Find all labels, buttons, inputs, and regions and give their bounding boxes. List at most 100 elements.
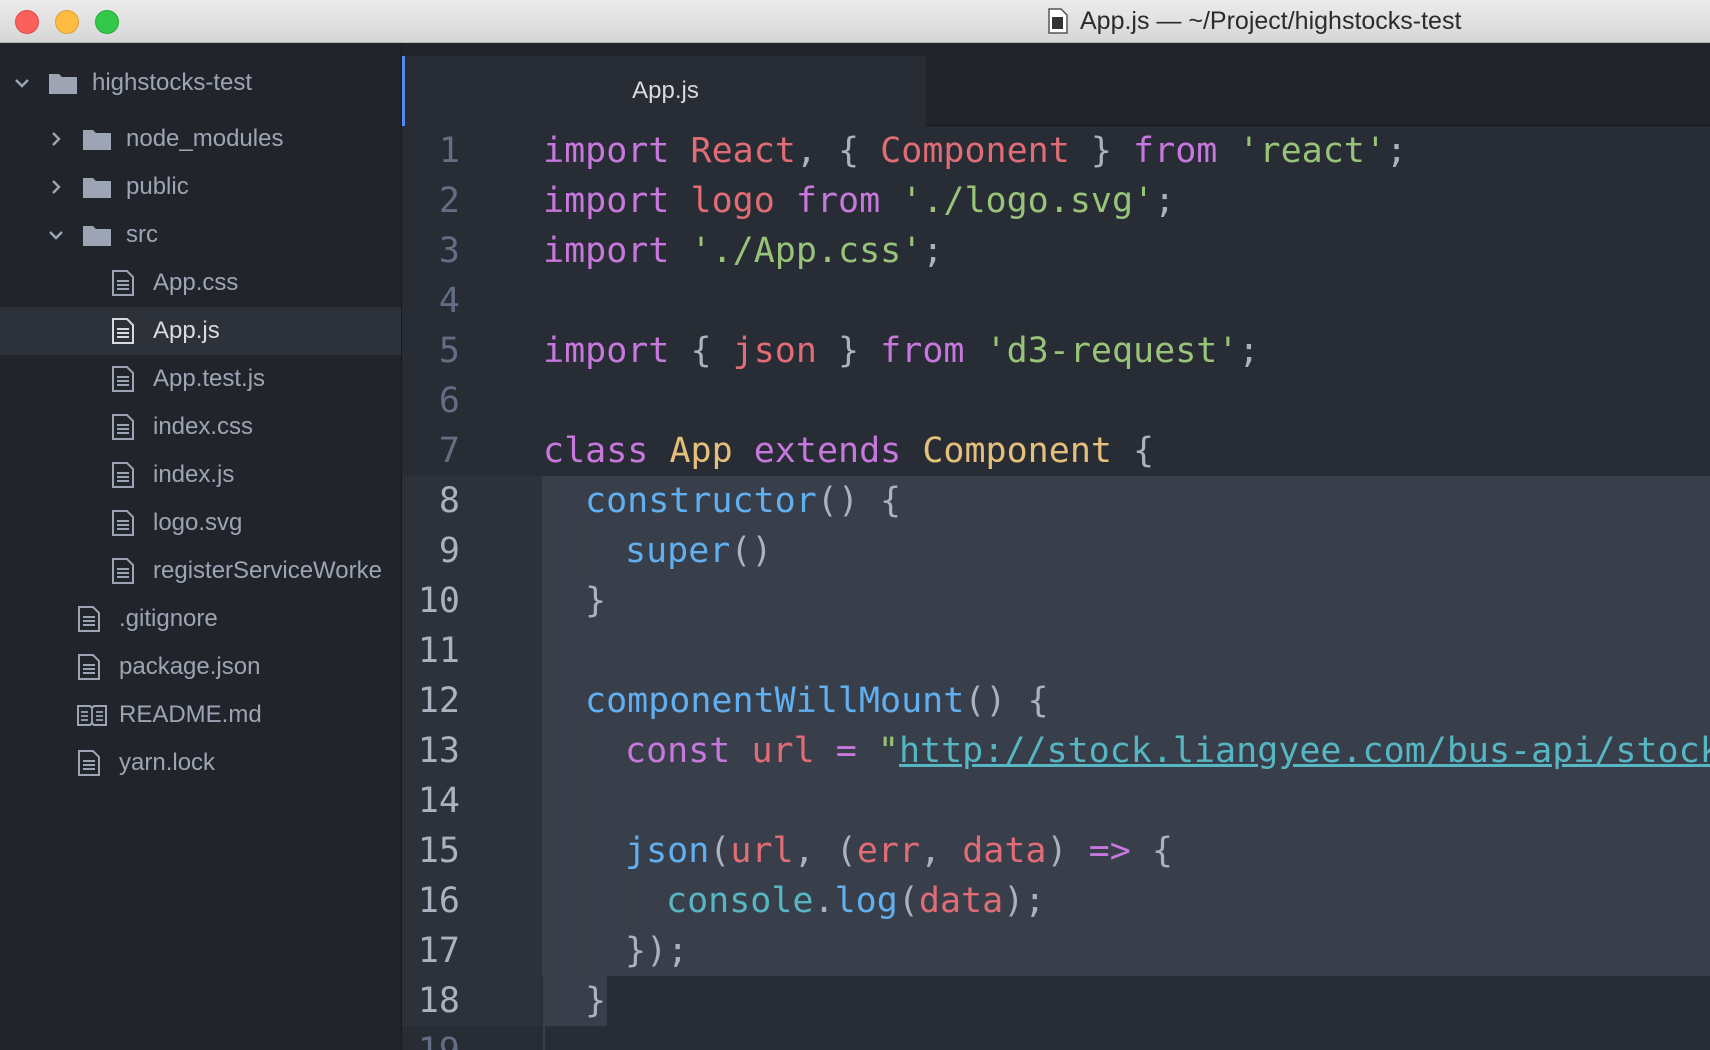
code-token: 'd3-request' — [985, 331, 1239, 371]
tree-item-label: README.md — [119, 701, 262, 728]
indent-guide — [543, 926, 545, 976]
code-token: extends — [753, 431, 902, 471]
tree-item-label: package.json — [119, 653, 261, 680]
code-editor[interactable]: 1 import React, { Component } from 'reac… — [402, 126, 1710, 1050]
code-line[interactable]: 17 }); — [402, 926, 1710, 976]
tree-item-register-service-worker[interactable]: registerServiceWorke — [0, 547, 401, 595]
window-title-group: App.js — ~/Project/highstocks-test — [1048, 6, 1461, 36]
code-url-link[interactable]: http://stock.liangyee.com/bus-api/stock/ — [899, 731, 1710, 771]
file-text-icon — [78, 750, 100, 776]
tree-item-app-css[interactable]: App.css — [0, 259, 401, 307]
line-number: 14 — [402, 776, 542, 826]
tree-item-label: App.css — [153, 269, 239, 296]
code-line[interactable]: 7 class App extends Component { — [402, 426, 1710, 476]
code-token: ; — [1154, 181, 1176, 221]
code-text: class App extends Component { — [543, 426, 1154, 476]
line-number: 11 — [402, 626, 542, 676]
indent-guide — [543, 526, 545, 576]
code-token: err — [856, 831, 921, 871]
code-line[interactable]: 3 import './App.css'; — [402, 226, 1710, 276]
code-token: , ( — [793, 831, 857, 871]
file-text-icon — [112, 366, 134, 392]
code-token: super — [625, 531, 731, 571]
tree-item-yarn-lock[interactable]: yarn.lock — [0, 739, 401, 787]
code-line[interactable]: 14 — [402, 776, 1710, 826]
code-line[interactable]: 11 — [402, 626, 1710, 676]
code-line[interactable]: 8 constructor() { — [402, 476, 1710, 526]
code-token: class — [543, 431, 649, 471]
tree-item-app-js[interactable]: App.js — [0, 307, 401, 355]
file-text-icon — [112, 414, 134, 440]
code-line[interactable]: 5 import { json } from 'd3-request'; — [402, 326, 1710, 376]
tree-item-label: registerServiceWorke — [153, 557, 382, 584]
code-text: const url = "http://stock.liangyee.com/b… — [625, 726, 1710, 776]
code-line[interactable]: 1 import React, { Component } from 'reac… — [402, 126, 1710, 176]
folder-icon — [83, 178, 111, 198]
code-text: } — [585, 576, 606, 626]
tree-item-index-js[interactable]: index.js — [0, 451, 401, 499]
line-number: 2 — [438, 181, 460, 221]
code-token: componentWillMount — [585, 681, 965, 721]
code-text: import './App.css'; — [543, 226, 943, 276]
code-line[interactable]: 13 const url = "http://stock.liangyee.co… — [402, 726, 1710, 776]
line-number: 17 — [402, 926, 542, 976]
zoom-window-button[interactable] — [95, 10, 119, 34]
line-number: 13 — [402, 726, 542, 776]
code-token: = — [835, 731, 857, 771]
code-text: } — [585, 976, 606, 1026]
code-token: console — [666, 881, 814, 921]
code-text: console.log(data); — [666, 876, 1045, 926]
code-token: constructor — [585, 481, 817, 521]
code-text: json(url, (err, data) => { — [625, 826, 1173, 876]
code-line[interactable]: 18 } — [402, 976, 1710, 1026]
code-token: import — [543, 331, 670, 371]
indent-guide — [585, 876, 587, 926]
tab-bar: App.js — [402, 43, 1710, 126]
code-line[interactable]: 4 — [402, 276, 1710, 326]
code-token: logo — [669, 181, 796, 221]
tree-item-label: highstocks-test — [92, 69, 253, 96]
code-token: () { — [816, 481, 902, 521]
file-text-icon — [112, 510, 134, 536]
code-token: , — [920, 831, 963, 871]
tree-root-folder[interactable]: highstocks-test — [0, 59, 401, 107]
tree-item-readme-md[interactable]: README.md — [0, 691, 401, 739]
line-number: 3 — [438, 231, 460, 271]
tree-item-logo-svg[interactable]: logo.svg — [0, 499, 401, 547]
tree-item-src[interactable]: src — [0, 211, 401, 259]
line-number: 5 — [438, 331, 460, 371]
line-number: 10 — [402, 576, 542, 626]
code-token: ); — [1003, 881, 1046, 921]
minimize-window-button[interactable] — [55, 10, 79, 34]
code-line[interactable]: 15 json(url, (err, data) => { — [402, 826, 1710, 876]
code-line[interactable]: 19 — [402, 1026, 1710, 1050]
code-line[interactable]: 2 import logo from './logo.svg'; — [402, 176, 1710, 226]
code-line[interactable]: 10 } — [402, 576, 1710, 626]
indent-guide — [585, 926, 587, 976]
tab-app-js[interactable]: App.js — [402, 56, 926, 126]
code-token: const — [625, 731, 731, 771]
code-token: import — [543, 231, 670, 271]
code-line[interactable]: 6 — [402, 376, 1710, 426]
tree-item-node-modules[interactable]: node_modules — [0, 115, 401, 163]
tab-label: App.js — [632, 77, 699, 104]
code-token: import — [543, 181, 670, 221]
indent-guide — [543, 576, 545, 626]
tree-item-public[interactable]: public — [0, 163, 401, 211]
code-token: './App.css' — [690, 231, 923, 271]
code-line[interactable]: 12 componentWillMount() { — [402, 676, 1710, 726]
code-line[interactable]: 9 super() — [402, 526, 1710, 576]
code-token: } — [1069, 131, 1134, 171]
tree-item-package-json[interactable]: package.json — [0, 643, 401, 691]
tree-item-index-css[interactable]: index.css — [0, 403, 401, 451]
code-line[interactable]: 16 console.log(data); — [402, 876, 1710, 926]
code-token: { — [1130, 831, 1173, 871]
code-token: url — [751, 731, 815, 771]
book-icon — [77, 705, 107, 726]
tree-item-app-test-js[interactable]: App.test.js — [0, 355, 401, 403]
tree-item-gitignore[interactable]: .gitignore — [0, 595, 401, 643]
close-window-button[interactable] — [15, 10, 39, 34]
folder-icon — [83, 226, 111, 246]
